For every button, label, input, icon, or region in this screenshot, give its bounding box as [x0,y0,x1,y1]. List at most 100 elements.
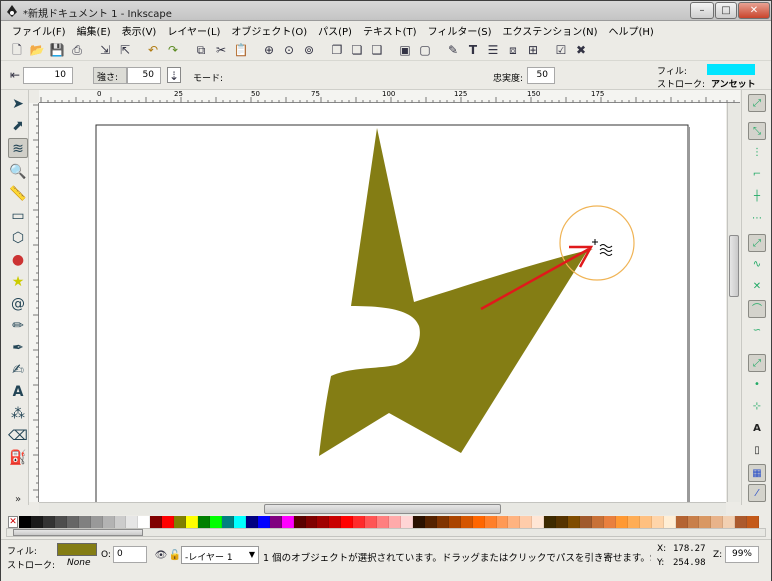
node-tool-icon[interactable]: ⬈ [8,116,28,136]
palette-swatch[interactable] [341,516,354,528]
open-icon[interactable]: 📂 [29,42,45,58]
layers-dialog-icon[interactable]: ☰ [485,42,501,58]
palette-swatch[interactable] [544,516,557,528]
snap-grid-icon[interactable]: ▦ [748,464,766,482]
palette-swatch[interactable] [42,516,55,528]
close-button[interactable]: ✕ [738,2,770,19]
menu-file[interactable]: ファイル(F) [12,21,66,38]
selector-tool-icon[interactable]: ➤ [8,94,28,114]
menu-path[interactable]: パス(P) [318,21,352,38]
vertical-scroll-thumb[interactable] [729,235,739,297]
export-icon[interactable]: ⇱ [117,42,133,58]
palette-swatch[interactable] [329,516,342,528]
import-icon[interactable]: ⇲ [97,42,113,58]
palette-swatch[interactable] [210,516,222,528]
save-icon[interactable]: 💾 [49,42,65,58]
fidelity-input[interactable]: 50 [527,67,555,84]
new-document-icon[interactable]: 🗋 [9,42,25,58]
palette-swatch[interactable] [30,516,43,528]
palette-swatch[interactable] [699,516,712,528]
palette-swatch[interactable] [66,516,79,528]
menu-help[interactable]: ヘルプ(H) [609,21,654,38]
document-properties-icon[interactable]: ☑ [553,42,569,58]
vertical-scrollbar[interactable] [727,103,740,502]
palette-swatch[interactable] [675,516,688,528]
palette-swatch[interactable] [424,516,437,528]
spiral-tool-icon[interactable]: @ [8,294,28,314]
clone-icon[interactable]: ❏ [349,42,365,58]
palette-swatch[interactable] [735,516,748,528]
palette-swatch[interactable] [663,516,676,528]
palette-swatch[interactable] [257,516,270,528]
snap-page-border-icon[interactable]: ▯ [748,442,766,460]
unlink-clone-icon[interactable]: ❑ [369,42,385,58]
snap-bbox-edge-icon[interactable]: ⋮ [748,144,766,162]
palette-swatch[interactable] [615,516,628,528]
redo-icon[interactable]: ↷ [165,42,181,58]
zoom-drawing-icon[interactable]: ⊙ [281,42,297,58]
palette-swatch[interactable] [627,516,640,528]
menu-filters[interactable]: フィルター(S) [428,21,492,38]
palette-swatch[interactable] [281,516,294,528]
snap-smooth-icon[interactable]: ∽ [748,322,766,340]
palette-swatch[interactable] [532,516,545,528]
snap-rotation-center-icon[interactable]: ⊹ [748,398,766,416]
pencil-tool-icon[interactable]: ✏ [8,316,28,336]
snap-guide-icon[interactable]: ⁄ [748,484,766,502]
eraser-tool-icon[interactable]: ⌫ [8,426,28,446]
maximize-button[interactable]: □ [715,2,737,19]
zoom-tool-icon[interactable]: 🔍 [8,162,28,182]
palette-swatch[interactable] [651,516,664,528]
palette-swatch[interactable] [520,516,533,528]
palette-swatch[interactable] [484,516,497,528]
zoom-input[interactable]: 99% [725,546,759,563]
cut-icon[interactable]: ✂ [213,42,229,58]
menu-edit[interactable]: 編集(E) [77,21,111,38]
minimize-button[interactable]: – [690,2,714,19]
menu-layer[interactable]: レイヤー(L) [167,21,220,38]
print-icon[interactable]: ⎙ [69,42,85,58]
palette-swatch[interactable] [162,516,175,528]
pressure-toggle-icon[interactable]: ⇣ [167,67,181,83]
palette-swatch[interactable] [245,516,258,528]
palette-swatch[interactable] [150,516,163,528]
palette-scroll-thumb[interactable] [13,529,143,536]
palette-swatch[interactable] [747,516,760,528]
snap-cusp-icon[interactable]: ⌒ [748,300,766,318]
fill-swatch[interactable] [707,64,755,75]
palette-swatch[interactable] [293,516,306,528]
palette-swatch[interactable] [568,516,581,528]
align-distribute-icon[interactable]: ⊞ [525,42,541,58]
paste-icon[interactable]: 📋 [233,42,249,58]
palette-swatch[interactable] [639,516,652,528]
snap-nodes-icon[interactable]: ⤢ [748,234,766,252]
horizontal-scrollbar[interactable] [39,502,726,515]
layer-selector[interactable]: -レイヤー 1 ▼ [181,546,259,564]
drawing-canvas[interactable] [39,103,726,502]
menu-extensions[interactable]: エクステンション(N) [503,21,598,38]
palette-swatch[interactable] [174,516,187,528]
palette-swatch[interactable] [508,516,521,528]
palette-swatch[interactable] [54,516,67,528]
palette-swatch[interactable] [138,516,151,528]
ungroup-icon[interactable]: ▢ [417,42,433,58]
palette-swatch[interactable] [556,516,569,528]
force-input[interactable]: 50 [127,67,161,84]
spray-tool-icon[interactable]: ⁂ [8,404,28,424]
snap-center-icon[interactable]: • [748,376,766,394]
palette-swatch[interactable] [90,516,103,528]
style-indicator[interactable]: フィル: ストローク: アンセット [655,62,771,90]
group-icon[interactable]: ▣ [397,42,413,58]
palette-swatch[interactable] [353,516,366,528]
measure-tool-icon[interactable]: 📏 [8,184,28,204]
palette-swatch[interactable] [711,516,724,528]
palette-swatch[interactable] [723,516,736,528]
text-tool-icon[interactable]: A [8,382,28,402]
calligraphy-tool-icon[interactable]: ✍ [8,360,28,380]
snap-text-baseline-icon[interactable]: A [748,420,766,438]
snap-intersection-icon[interactable]: ✕ [748,278,766,296]
tweak-tool-icon[interactable]: ≋ [8,138,28,158]
palette-swatch[interactable] [389,516,401,528]
preferences-icon[interactable]: ✖ [573,42,589,58]
star-tool-icon[interactable]: ★ [8,272,28,292]
